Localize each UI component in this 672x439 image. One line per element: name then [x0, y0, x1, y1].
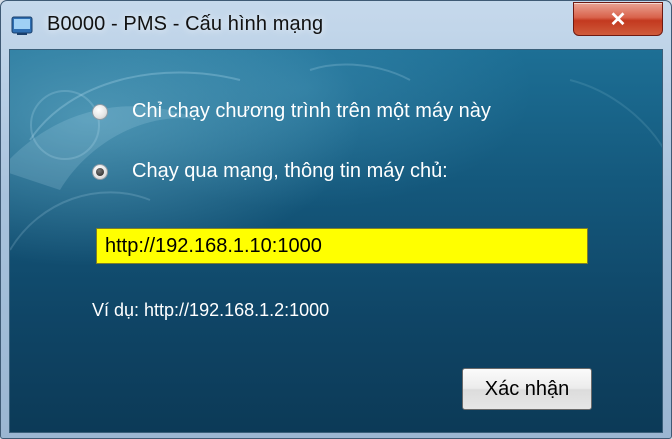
- close-icon: ✕: [609, 8, 627, 31]
- dialog-body: Chỉ chạy chương trình trên một máy này C…: [9, 49, 663, 433]
- app-icon: [11, 16, 33, 35]
- radio-label-local: Chỉ chạy chương trình trên một máy này: [132, 100, 491, 122]
- radio-option-local[interactable]: Chỉ chạy chương trình trên một máy này: [92, 100, 491, 123]
- window-title: B0000 - PMS - Cấu hình mạng: [47, 13, 324, 35]
- radio-button-local[interactable]: [92, 103, 108, 120]
- dialog-window: B0000 - PMS - Cấu hình mạng ✕ Chỉ chạy c…: [0, 0, 672, 439]
- confirm-button[interactable]: Xác nhận: [462, 368, 592, 410]
- example-hint: Ví dụ: http://192.168.1.2:1000: [92, 300, 330, 320]
- server-url-input[interactable]: [96, 228, 588, 264]
- radio-label-network: Chạy qua mạng, thông tin máy chủ:: [132, 160, 448, 182]
- close-button[interactable]: ✕: [573, 2, 663, 36]
- title-bar[interactable]: B0000 - PMS - Cấu hình mạng ✕: [1, 1, 671, 49]
- radio-button-network[interactable]: [92, 163, 108, 180]
- radio-option-network[interactable]: Chạy qua mạng, thông tin máy chủ:: [92, 160, 448, 183]
